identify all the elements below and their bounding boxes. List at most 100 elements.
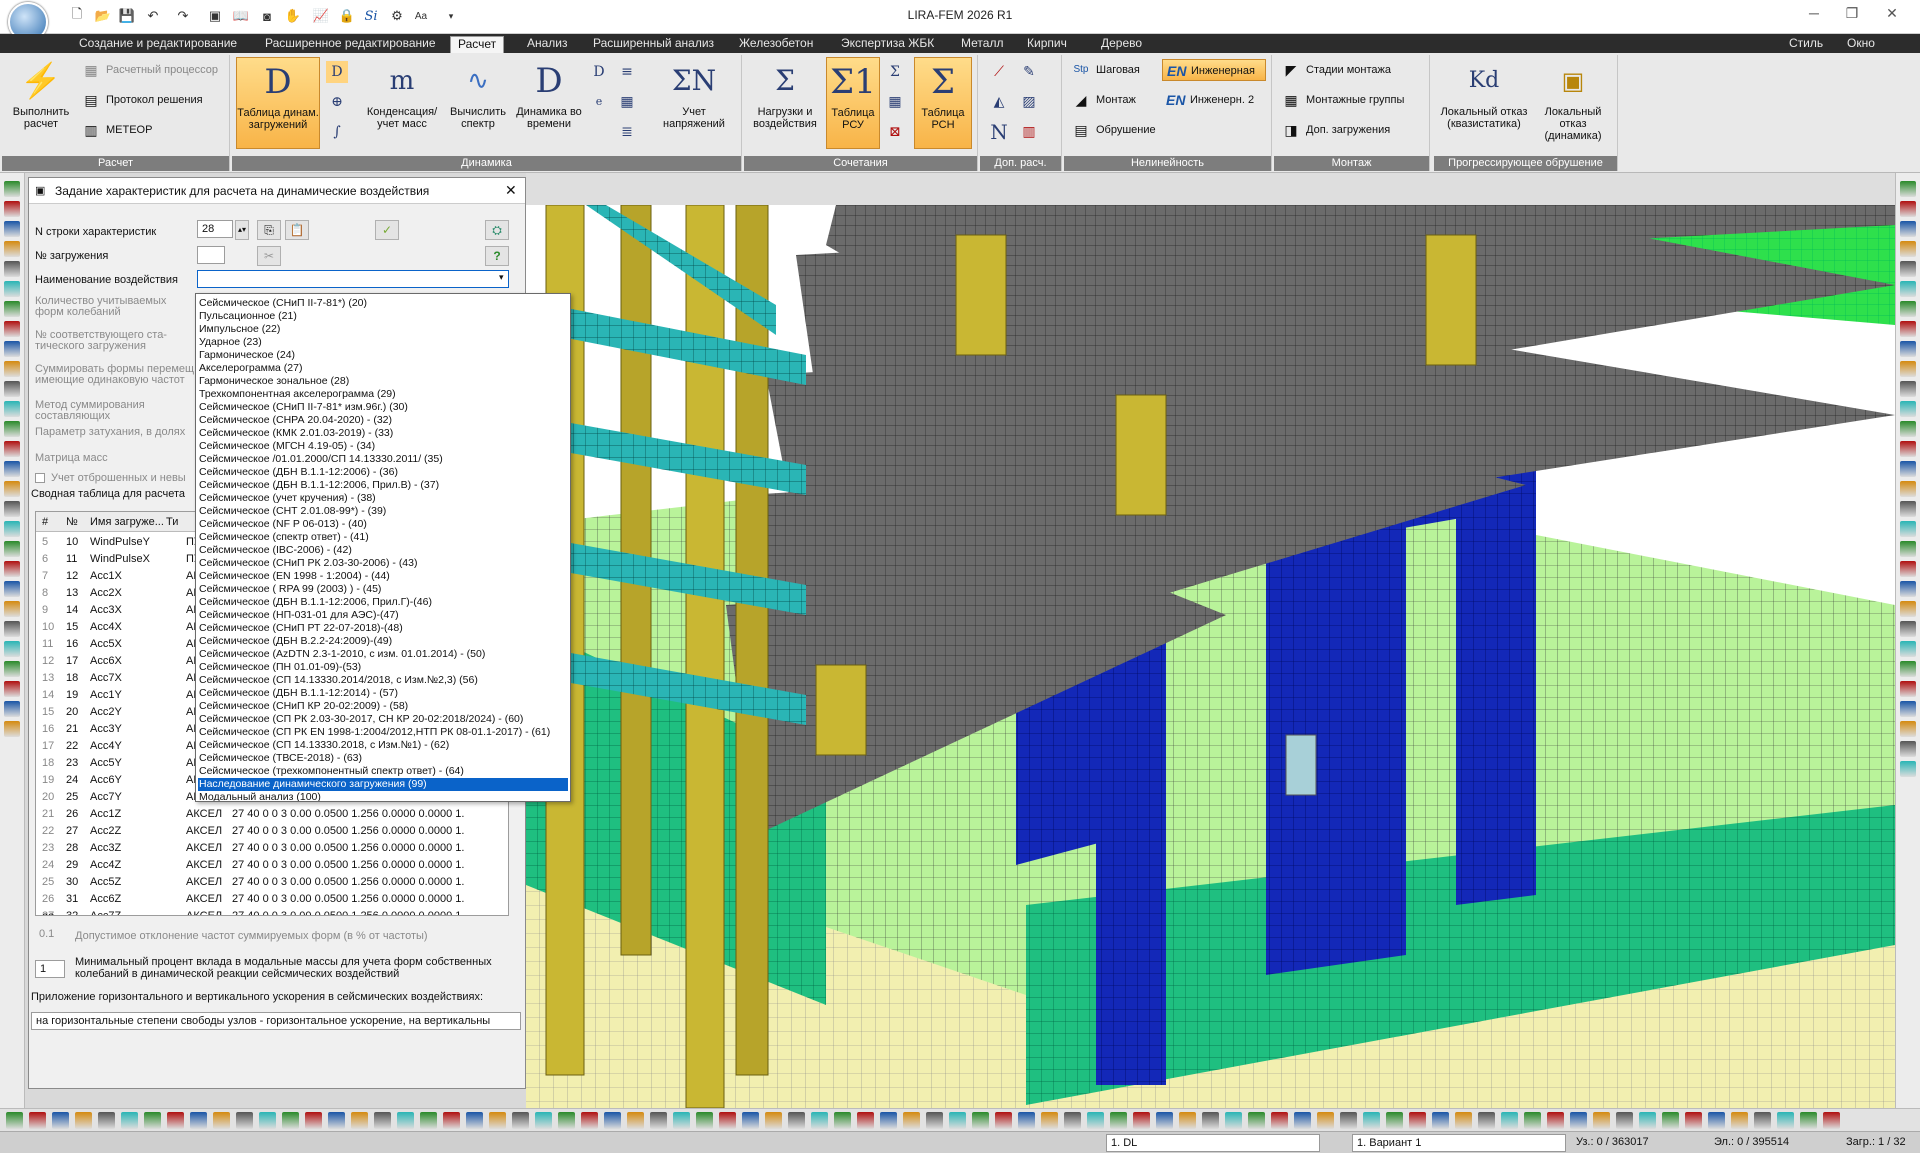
bottom-tool-icon[interactable]	[903, 1112, 920, 1129]
bottom-tool-icon[interactable]	[1777, 1112, 1794, 1129]
acceleration-select[interactable]: на горизонтальные степени свободы узлов …	[31, 1012, 521, 1030]
bottom-tool-icon[interactable]	[1133, 1112, 1150, 1129]
mass-icon[interactable]: ⊕	[326, 91, 348, 113]
min-percent-input[interactable]: 1	[35, 960, 65, 978]
dropdown-option[interactable]: Сейсмическое (СНиП II-7-81* изм.96г.) (3…	[198, 401, 568, 414]
toolbar-tool-icon[interactable]	[1900, 401, 1916, 417]
toolbar-tool-icon[interactable]	[4, 581, 20, 597]
toolbar-tool-icon[interactable]	[1900, 741, 1916, 757]
bottom-tool-icon[interactable]	[75, 1112, 92, 1129]
extra-plot-icon[interactable]: ▨	[1018, 91, 1040, 113]
run-calculation-button[interactable]: ⚡ Выполнить расчет	[6, 57, 76, 149]
row-number-input[interactable]: 28	[197, 220, 233, 238]
toolbar-tool-icon[interactable]	[4, 281, 20, 297]
dropdown-option[interactable]: Сейсмическое (СП 14.13330.2014/2018, с И…	[198, 674, 568, 687]
dropdown-option[interactable]: Импульсное (22)	[198, 323, 568, 336]
d-arrows-icon[interactable]: D	[588, 61, 610, 83]
bottom-tool-icon[interactable]	[696, 1112, 713, 1129]
bottom-tool-icon[interactable]	[880, 1112, 897, 1129]
meteor-button[interactable]: ▥ МЕТЕОР	[78, 119, 152, 141]
apply-checkmark-icon[interactable]: ✓	[375, 220, 399, 240]
bottom-tool-icon[interactable]	[995, 1112, 1012, 1129]
dropdown-option[interactable]: Сейсмическое (IBC-2006) - (42)	[198, 544, 568, 557]
stress-account-button[interactable]: ΣN Учет напряжений	[652, 57, 736, 149]
col-header-index[interactable]: #	[42, 512, 48, 532]
toolbar-tool-icon[interactable]	[1900, 561, 1916, 577]
toolbar-tool-icon[interactable]	[1900, 521, 1916, 537]
toolbar-tool-icon[interactable]	[4, 181, 20, 197]
bottom-tool-icon[interactable]	[121, 1112, 138, 1129]
bottom-tool-icon[interactable]	[673, 1112, 690, 1129]
bottom-tool-icon[interactable]	[1432, 1112, 1449, 1129]
dropdown-option[interactable]: Акселерограмма (27)	[198, 362, 568, 375]
toolbar-tool-icon[interactable]	[4, 361, 20, 377]
bottom-tool-icon[interactable]	[236, 1112, 253, 1129]
load-number-input[interactable]	[197, 246, 225, 264]
toolbar-tool-icon[interactable]	[1900, 321, 1916, 337]
chevron-down-icon[interactable]: ▾	[499, 272, 504, 283]
dropdown-option[interactable]: Сейсмическое ( RPA 99 (2003) ) - (45)	[198, 583, 568, 596]
bottom-tool-icon[interactable]	[1593, 1112, 1610, 1129]
bottom-tool-icon[interactable]	[328, 1112, 345, 1129]
dropdown-option[interactable]: Наследование динамического загружения (9…	[198, 778, 568, 791]
minimize-icon[interactable]: ─	[1800, 5, 1828, 27]
bottom-tool-icon[interactable]	[1248, 1112, 1265, 1129]
engineering2-button[interactable]: EN Инженерн. 2	[1162, 89, 1254, 111]
dropdown-option[interactable]: Сейсмическое (СНТ 2.01.08-99*) - (39)	[198, 505, 568, 518]
local-failure-static-button[interactable]: Kd Локальный отказ (квазистатика)	[1438, 57, 1530, 149]
dropdown-option[interactable]: Гармоническое (24)	[198, 349, 568, 362]
dropdown-option[interactable]: Гармоническое зональное (28)	[198, 375, 568, 388]
help-icon[interactable]: ?	[485, 246, 509, 266]
bottom-tool-icon[interactable]	[1340, 1112, 1357, 1129]
bottom-tool-icon[interactable]	[466, 1112, 483, 1129]
bottom-tool-icon[interactable]	[305, 1112, 322, 1129]
col-header-type[interactable]: Ти	[166, 512, 178, 532]
action-dropdown-list[interactable]: Сейсмическое (СНиП II-7-81*) (20) Пульсац…	[195, 293, 571, 802]
bottom-tool-icon[interactable]	[1110, 1112, 1127, 1129]
toolbar-tool-icon[interactable]	[4, 301, 20, 317]
toolbar-tool-icon[interactable]	[1900, 461, 1916, 477]
tab-steel[interactable]: Металл	[954, 36, 1010, 53]
bottom-tool-icon[interactable]	[1708, 1112, 1725, 1129]
bottom-tool-icon[interactable]	[1179, 1112, 1196, 1129]
toolbar-tool-icon[interactable]	[1900, 441, 1916, 457]
bottom-tool-icon[interactable]	[627, 1112, 644, 1129]
loads-actions-button[interactable]: Σ Нагрузки и воздействия	[748, 57, 822, 149]
toolbar-tool-icon[interactable]	[4, 521, 20, 537]
d-small-icon[interactable]: D	[326, 61, 348, 83]
dropdown-option[interactable]: Сейсмическое (AzDTN 2.3-1-2010, с изм. 0…	[198, 648, 568, 661]
dropdown-option[interactable]: Сейсмическое (трехкомпонентный спектр от…	[198, 765, 568, 778]
bottom-tool-icon[interactable]	[558, 1112, 575, 1129]
dropdown-option[interactable]: Сейсмическое (СНиП II-7-81*) (20)	[198, 297, 568, 310]
bottom-tool-icon[interactable]	[535, 1112, 552, 1129]
engineering-button[interactable]: EN Инженерная	[1162, 59, 1266, 81]
bottom-tool-icon[interactable]	[190, 1112, 207, 1129]
toolbar-tool-icon[interactable]	[4, 261, 20, 277]
bottom-tool-icon[interactable]	[1409, 1112, 1426, 1129]
toolbar-tool-icon[interactable]	[4, 621, 20, 637]
action-name-select[interactable]	[197, 270, 509, 288]
bottom-tool-icon[interactable]	[1225, 1112, 1242, 1129]
toolbar-tool-icon[interactable]	[1900, 681, 1916, 697]
bottom-tool-icon[interactable]	[949, 1112, 966, 1129]
tab-rc-expertise[interactable]: Экспертиза ЖБК	[834, 36, 941, 53]
toolbar-tool-icon[interactable]	[1900, 381, 1916, 397]
bottom-tool-icon[interactable]	[788, 1112, 805, 1129]
bottom-tool-icon[interactable]	[144, 1112, 161, 1129]
tab-calculation[interactable]: Расчет	[450, 36, 505, 53]
solution-protocol-button[interactable]: ▤ Протокол решения	[78, 89, 202, 111]
bottom-tool-icon[interactable]	[52, 1112, 69, 1129]
extra-pencil-icon[interactable]: ✎	[1018, 61, 1040, 83]
toolbar-tool-icon[interactable]	[4, 501, 20, 517]
bottom-tool-icon[interactable]	[581, 1112, 598, 1129]
toolbar-tool-icon[interactable]	[4, 401, 20, 417]
montage-stages-button[interactable]: ◤ Стадии монтажа	[1278, 59, 1391, 81]
bottom-tool-icon[interactable]	[604, 1112, 621, 1129]
table-row-last[interactable]: 28	[36, 910, 508, 915]
sigma-delete-icon[interactable]: ⊠	[884, 121, 906, 143]
bottom-tool-icon[interactable]	[1455, 1112, 1472, 1129]
dropdown-option[interactable]: Сейсмическое (спектр ответ) - (41)	[198, 531, 568, 544]
toolbar-tool-icon[interactable]	[1900, 641, 1916, 657]
sigma-grid-icon[interactable]: ▦	[884, 91, 906, 113]
bottom-tool-icon[interactable]	[719, 1112, 736, 1129]
